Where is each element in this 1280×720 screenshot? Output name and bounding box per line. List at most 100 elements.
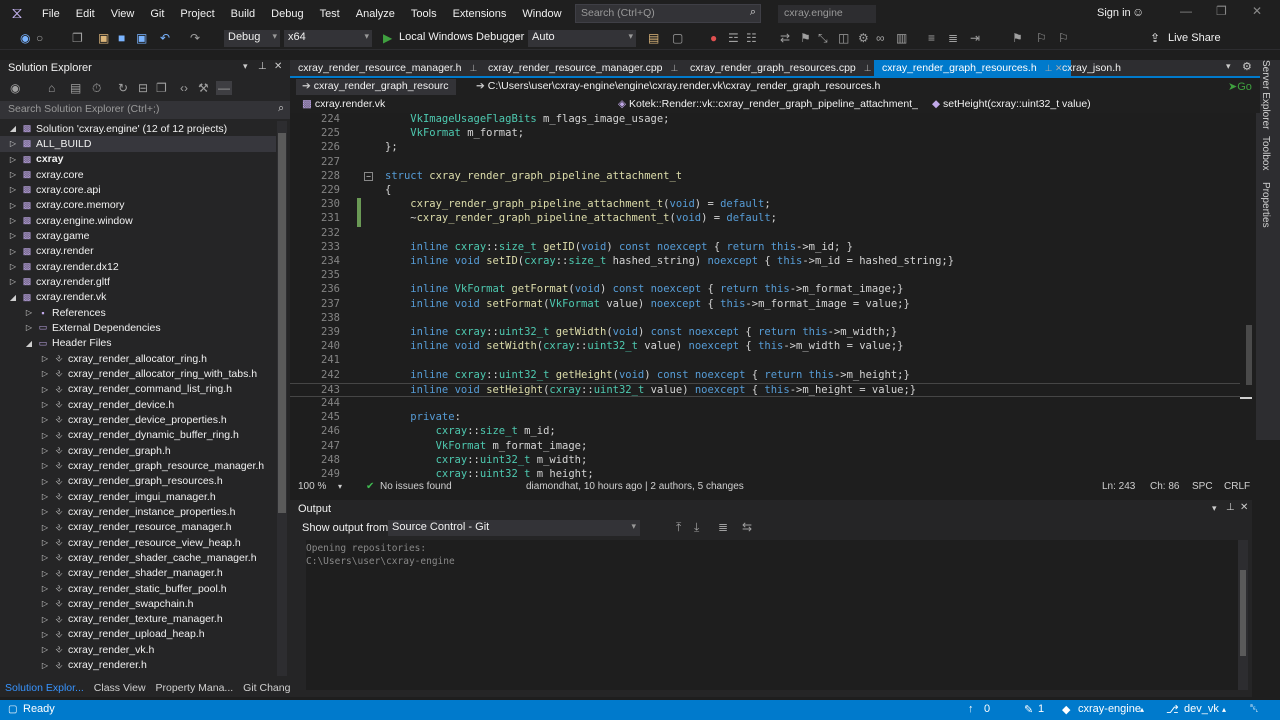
screen-icon[interactable]: ▢	[672, 31, 683, 45]
collapsed-chevron-icon[interactable]: ▷	[8, 170, 18, 179]
tree-item-file[interactable]: ▷ ⎀ cxray_render_upload_heap.h	[0, 627, 276, 642]
tree-item-project[interactable]: ▷ ▩ cxray.game	[0, 228, 276, 243]
open-folder-icon[interactable]: ▣	[98, 31, 109, 45]
collapsed-chevron-icon[interactable]: ▷	[8, 201, 18, 210]
file-dropdown[interactable]: ➔ cxray_render_graph_resourc	[296, 79, 456, 95]
code-line[interactable]: 243 inline void setHeight(cxray::uint32_…	[290, 382, 1252, 397]
step-icon[interactable]: ☲	[728, 31, 739, 45]
collapsed-chevron-icon[interactable]: ▷	[40, 477, 50, 486]
pin-icon[interactable]: ⊥	[258, 61, 267, 72]
redo-icon[interactable]: ↷	[190, 31, 200, 45]
pin-icon[interactable]: ⊥	[671, 63, 679, 73]
tree-item-file[interactable]: ▷ ⎀ cxray_render_graph_resources.h	[0, 474, 276, 489]
code-line[interactable]: 231 ~cxray_render_graph_pipeline_attachm…	[290, 212, 1252, 226]
output-text-area[interactable]: Opening repositories: C:\Users\user\cxra…	[306, 540, 1242, 690]
tree-item-project[interactable]: ▷ ▩ cxray.render.gltf	[0, 274, 276, 289]
link-icon[interactable]: ∞	[876, 31, 885, 45]
panel-tab[interactable]: Class View	[89, 680, 151, 697]
tree-item-folder[interactable]: ◢ ▭ Header Files	[0, 336, 276, 351]
line-ending[interactable]: CRLF	[1224, 481, 1250, 492]
panel-tab[interactable]: Property Mana...	[151, 680, 239, 697]
collapsed-chevron-icon[interactable]: ▷	[40, 415, 50, 424]
zoom-level[interactable]: 100 %	[298, 481, 326, 492]
menu-view[interactable]: View	[103, 8, 143, 20]
git-blame-info[interactable]: diamondhat, 10 hours ago | 2 authors, 5 …	[526, 481, 744, 492]
chevron-down-icon[interactable]: ▾	[338, 482, 342, 491]
word-wrap-icon[interactable]: ⇆	[742, 520, 752, 534]
solution-mode-dropdown[interactable]: Auto ▾	[528, 30, 636, 47]
window-icon[interactable]: ▥	[896, 31, 907, 45]
menu-extensions[interactable]: Extensions	[445, 8, 515, 20]
go-icon[interactable]: ➤Go	[1228, 80, 1252, 93]
tree-item-folder[interactable]: ▷ ▭ External Dependencies	[0, 320, 276, 335]
code-line[interactable]: 229 {	[290, 184, 1252, 198]
code-line[interactable]: 240 inline void setWidth(cxray::uint32_t…	[290, 340, 1252, 354]
new-item-icon[interactable]: ❐	[72, 31, 83, 45]
search-input[interactable]: Search (Ctrl+Q) ⌕	[575, 4, 761, 23]
expanded-chevron-icon[interactable]: ◢	[8, 293, 18, 302]
document-tab[interactable]: cxray_json.h	[1054, 60, 1129, 76]
sign-in-link[interactable]: Sign in	[1097, 7, 1131, 19]
rail-tab-toolbox[interactable]: Toolbox	[1260, 136, 1271, 170]
show-all-files-icon[interactable]: ❐	[156, 81, 167, 95]
home-icon[interactable]: ⌂	[48, 81, 55, 95]
rail-tab-properties[interactable]: Properties	[1260, 182, 1271, 228]
collapsed-chevron-icon[interactable]: ▷	[8, 216, 18, 225]
scope-dropdown[interactable]: ◈ Kotek::Render::vk::cxray_render_graph_…	[612, 97, 918, 113]
tree-item-project[interactable]: ▷ ▩ cxray.core.api	[0, 182, 276, 197]
tool-icon[interactable]: ⚙	[858, 31, 869, 45]
tree-item-file[interactable]: ▷ ⎀ cxray_render_graph.h	[0, 443, 276, 458]
code-line[interactable]: 225 VkFormat m_format;	[290, 127, 1252, 141]
solution-search-input[interactable]: Search Solution Explorer (Ctrl+;) ⌕	[0, 101, 290, 119]
tree-item-project[interactable]: ◢ ▩ cxray.render.vk	[0, 290, 276, 305]
bookmark-next-icon[interactable]: ⚐	[1058, 31, 1069, 45]
collapse-all-icon[interactable]: ⊟	[138, 81, 148, 95]
uncomment-icon[interactable]: ≣	[948, 31, 958, 45]
collapsed-chevron-icon[interactable]: ▷	[40, 569, 50, 578]
tree-item-file[interactable]: ▷ ⎀ cxray_render_swapchain.h	[0, 596, 276, 611]
start-debug-play-icon[interactable]: ▶	[383, 31, 392, 45]
collapsed-chevron-icon[interactable]: ▷	[24, 323, 34, 332]
resize-icon[interactable]: ⤡	[818, 31, 828, 46]
collapsed-chevron-icon[interactable]: ▷	[40, 584, 50, 593]
panel-options-icon[interactable]: ▾	[243, 61, 248, 72]
code-line[interactable]: 242 inline cxray::uint32_t getHeight(voi…	[290, 369, 1252, 383]
live-share-button[interactable]: Live Share	[1168, 32, 1221, 44]
save-icon[interactable]: ■	[118, 31, 125, 45]
code-line[interactable]: 239 inline cxray::uint32_t getWidth(void…	[290, 326, 1252, 340]
tree-item-project[interactable]: ▷ ▩ cxray.core.memory	[0, 198, 276, 213]
push-arrow-icon[interactable]: ↑	[968, 703, 974, 715]
undo-icon[interactable]: ↶	[160, 31, 170, 45]
collapsed-chevron-icon[interactable]: ▷	[40, 354, 50, 363]
collapsed-chevron-icon[interactable]: ▷	[8, 277, 18, 286]
code-line[interactable]: 238	[290, 312, 1252, 326]
code-line[interactable]: 237 inline void setFormat(VkFormat value…	[290, 298, 1252, 312]
code-line[interactable]: 228 struct cxray_render_graph_pipeline_at…	[290, 170, 1252, 184]
save-all-icon[interactable]: ▣	[136, 31, 147, 45]
notifications-bell-icon[interactable]: ␇	[1250, 703, 1259, 716]
tree-item-file[interactable]: ▷ ⎀ cxray_render_instance_properties.h	[0, 504, 276, 519]
forward-nav-icon[interactable]: ○	[36, 31, 43, 45]
collapsed-chevron-icon[interactable]: ▷	[40, 431, 50, 440]
configuration-dropdown[interactable]: Debug ▾	[224, 30, 280, 47]
tree-item-file[interactable]: ▷ ⎀ cxray_render_device.h	[0, 397, 276, 412]
panel-options-icon[interactable]: ▾	[1212, 503, 1217, 514]
menu-analyze[interactable]: Analyze	[348, 8, 403, 20]
find-message-icon[interactable]: ⤒	[676, 520, 681, 535]
tree-item-file[interactable]: ▷ ⎀ cxray_render_resource_view_heap.h	[0, 535, 276, 550]
chevron-up-icon[interactable]: ▴	[1140, 705, 1144, 714]
collapsed-chevron-icon[interactable]: ▷	[40, 385, 50, 394]
tree-item-file[interactable]: ▷ ⎀ cxray_render_device_properties.h	[0, 412, 276, 427]
code-editor[interactable]: 224 VkImageUsageFlagBits m_flags_image_u…	[290, 113, 1252, 479]
collapsed-chevron-icon[interactable]: ▷	[40, 507, 50, 516]
rail-tab-server-explorer[interactable]: Server Explorer	[1260, 60, 1271, 129]
switch-views-icon[interactable]: ▤	[70, 81, 81, 95]
tree-item-file[interactable]: ▷ ⎀ cxray_render_allocator_ring.h	[0, 351, 276, 366]
code-icon[interactable]: ‹›	[180, 81, 188, 95]
code-line[interactable]: 245 private:	[290, 411, 1252, 425]
tree-item-project[interactable]: ▷ ▩ cxray.engine.window	[0, 213, 276, 228]
close-panel-icon[interactable]: ✕	[274, 61, 282, 72]
collapsed-chevron-icon[interactable]: ▷	[40, 400, 50, 409]
restore-icon[interactable]: ❐	[1216, 4, 1227, 18]
tree-item-project[interactable]: ▷ ▩ cxray	[0, 152, 276, 167]
